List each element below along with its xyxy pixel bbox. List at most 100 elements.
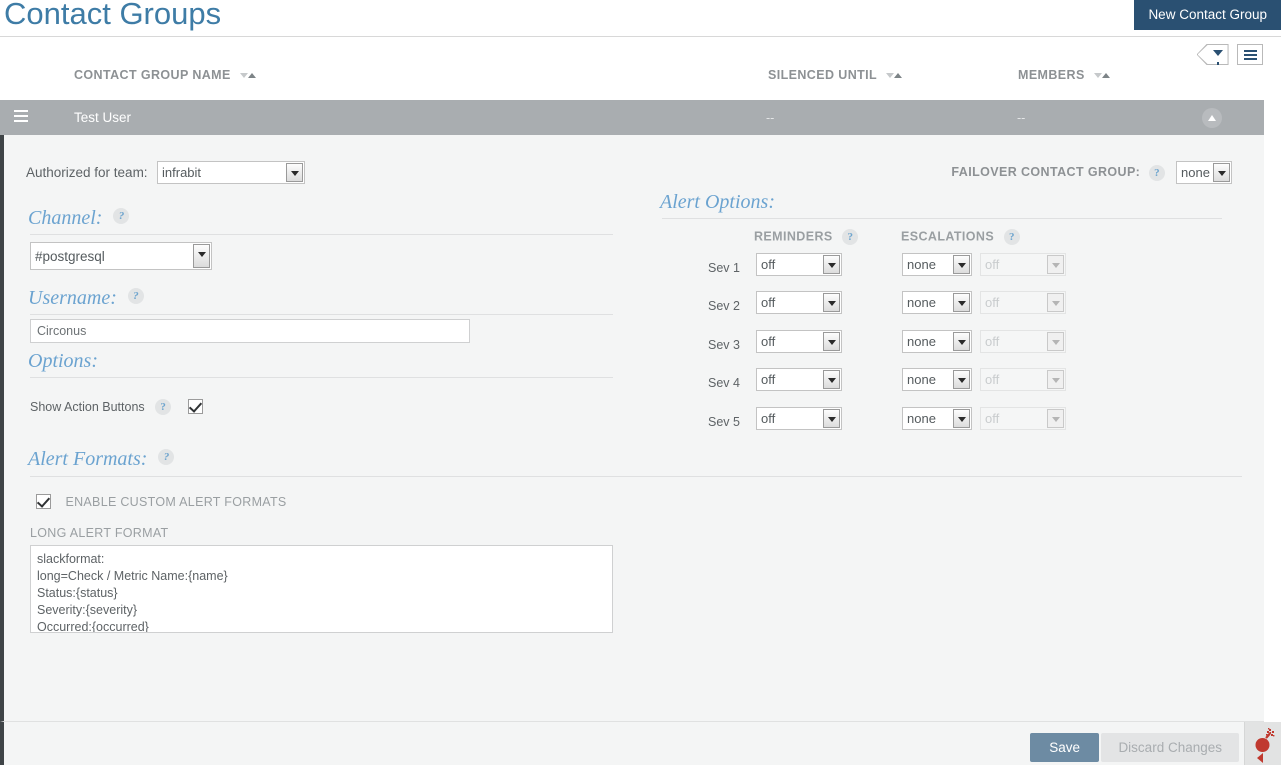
help-question-icon[interactable]: ?: [842, 229, 859, 245]
sev-4-escalation-after-wrap: off: [980, 368, 1066, 391]
sev-5-reminder-select[interactable]: off: [756, 407, 842, 430]
sev-2-escalation-wrap: none: [902, 291, 972, 314]
new-contact-group-button[interactable]: New Contact Group: [1134, 0, 1281, 30]
authorized-for-team-field: Authorized for team: infrabit: [26, 161, 306, 184]
table-row[interactable]: Test User -- --: [0, 100, 1264, 135]
sev-4-escalation-select[interactable]: none: [902, 368, 972, 391]
help-question-icon[interactable]: ?: [127, 288, 144, 305]
sev-1-label: Sev 1: [708, 261, 740, 275]
row-contact-group-name: Test User: [74, 110, 132, 125]
channel-section-heading: Channel: ?: [28, 207, 130, 230]
sev-4-reminder-wrap: off: [756, 368, 842, 391]
sev-5-escalation-after-wrap: off: [980, 407, 1066, 430]
alert-formats-divider: [30, 476, 1242, 477]
sev-2-escalation-select[interactable]: none: [902, 291, 972, 314]
drag-handle-icon[interactable]: [14, 110, 28, 125]
authorized-for-team-select-wrap: infrabit: [157, 161, 306, 184]
save-button[interactable]: Save: [1030, 733, 1099, 762]
alert-formats-section-heading: Alert Formats: ?: [28, 448, 175, 471]
sev-1-reminder-wrap: off: [756, 253, 842, 276]
help-question-icon[interactable]: ?: [158, 449, 175, 466]
page-title: Contact Groups: [4, 0, 222, 31]
sev-3-escalation-wrap: none: [902, 330, 972, 353]
bomb-widget-panel: [1244, 722, 1281, 765]
sev-5-escalation-select[interactable]: none: [902, 407, 972, 430]
sev-4-escalation-after-select: off: [980, 368, 1066, 391]
alert-options-divider: [662, 218, 1222, 219]
authorized-for-team-label: Authorized for team:: [26, 165, 148, 180]
sev-5-escalation-wrap: none: [902, 407, 972, 430]
discard-changes-button[interactable]: Discard Changes: [1101, 733, 1239, 762]
sev-4-escalation-wrap: none: [902, 368, 972, 391]
sort-arrows-icon: [885, 67, 902, 81]
app-page: Contact Groups New Contact Group CONTACT…: [0, 0, 1281, 765]
help-question-icon[interactable]: ?: [1149, 164, 1166, 181]
channel-select[interactable]: #postgresql: [30, 242, 212, 270]
sev-4-reminder-select[interactable]: off: [756, 368, 842, 391]
show-action-buttons-field: Show Action Buttons ?: [30, 398, 203, 416]
sev-4-label: Sev 4: [708, 376, 740, 390]
sev-1-escalation-wrap: none: [902, 253, 972, 276]
sev-1-escalation-select[interactable]: none: [902, 253, 972, 276]
collapse-left-icon[interactable]: [1257, 753, 1263, 763]
column-header-members[interactable]: MEMBERS: [1018, 68, 1110, 82]
show-action-buttons-checkbox[interactable]: [187, 399, 203, 415]
sort-arrows-icon: [239, 67, 256, 81]
help-question-icon[interactable]: ?: [1003, 229, 1020, 245]
sev-2-escalation-after-wrap: off: [980, 291, 1066, 314]
sev-5-escalation-after-select: off: [980, 407, 1066, 430]
filter-button[interactable]: [1196, 44, 1229, 65]
sev-2-reminder-select[interactable]: off: [756, 291, 842, 314]
sort-arrows-icon: [1093, 67, 1110, 81]
row-silenced-until: --: [766, 111, 775, 125]
sev-3-reminder-select[interactable]: off: [756, 330, 842, 353]
alert-options-section-heading: Alert Options:: [660, 191, 775, 213]
enable-custom-alert-formats-field: ENABLE CUSTOM ALERT FORMATS: [36, 493, 287, 511]
table-header: CONTACT GROUP NAME SILENCED UNTIL MEMBER…: [0, 68, 1264, 100]
failover-contact-group-field: FAILOVER CONTACT GROUP: ? none: [951, 161, 1232, 184]
bomb-icon[interactable]: [1253, 728, 1275, 754]
header-divider: [0, 36, 1281, 37]
channel-divider: [30, 234, 613, 235]
row-members: --: [1017, 111, 1026, 125]
username-section-heading: Username: ?: [28, 287, 144, 310]
long-alert-format-label: LONG ALERT FORMAT: [30, 526, 169, 540]
column-header-silenced-until[interactable]: SILENCED UNTIL: [768, 68, 902, 82]
contact-group-detail-panel: Authorized for team: infrabit FAILOVER C…: [0, 135, 1264, 721]
help-question-icon[interactable]: ?: [113, 208, 130, 225]
sev-1-reminder-select[interactable]: off: [756, 253, 842, 276]
long-alert-format-textarea[interactable]: slackformat: long=Check / Metric Name:{n…: [30, 545, 613, 633]
username-divider: [30, 314, 613, 315]
help-question-icon[interactable]: ?: [155, 398, 172, 415]
reminders-column-header: REMINDERS ?: [754, 229, 859, 245]
escalations-column-header: ESCALATIONS ?: [901, 229, 1020, 245]
enable-custom-alert-formats-checkbox[interactable]: [36, 494, 51, 510]
page-header: Contact Groups New Contact Group: [0, 0, 1281, 38]
column-header-contact-group-name[interactable]: CONTACT GROUP NAME: [74, 68, 256, 82]
list-menu-icon: [1244, 50, 1257, 62]
sev-2-reminder-wrap: off: [756, 291, 842, 314]
sev-1-escalation-after-select: off: [980, 253, 1066, 276]
show-action-buttons-label: Show Action Buttons: [30, 400, 145, 414]
sev-3-reminder-wrap: off: [756, 330, 842, 353]
failover-select-wrap: none: [1176, 161, 1232, 184]
sev-1-escalation-after-wrap: off: [980, 253, 1066, 276]
channel-select-wrap: #postgresql: [30, 242, 212, 270]
sev-5-reminder-wrap: off: [756, 407, 842, 430]
username-input[interactable]: [30, 319, 470, 343]
sev-3-escalation-after-wrap: off: [980, 330, 1066, 353]
sev-3-escalation-select[interactable]: none: [902, 330, 972, 353]
list-options-button[interactable]: [1237, 44, 1263, 65]
table-toolbar: [1193, 44, 1263, 66]
enable-custom-alert-formats-label: ENABLE CUSTOM ALERT FORMATS: [65, 495, 287, 509]
sev-5-label: Sev 5: [708, 415, 740, 429]
sev-2-label: Sev 2: [708, 299, 740, 313]
row-collapse-button[interactable]: [1202, 108, 1222, 128]
failover-contact-group-select[interactable]: none: [1176, 161, 1232, 184]
options-divider: [30, 377, 613, 378]
authorized-for-team-select[interactable]: infrabit: [157, 161, 306, 184]
sev-3-label: Sev 3: [708, 338, 740, 352]
failover-contact-group-label: FAILOVER CONTACT GROUP:: [951, 164, 1141, 179]
chevron-up-icon: [1208, 115, 1216, 121]
filter-funnel-icon: [1212, 50, 1223, 65]
